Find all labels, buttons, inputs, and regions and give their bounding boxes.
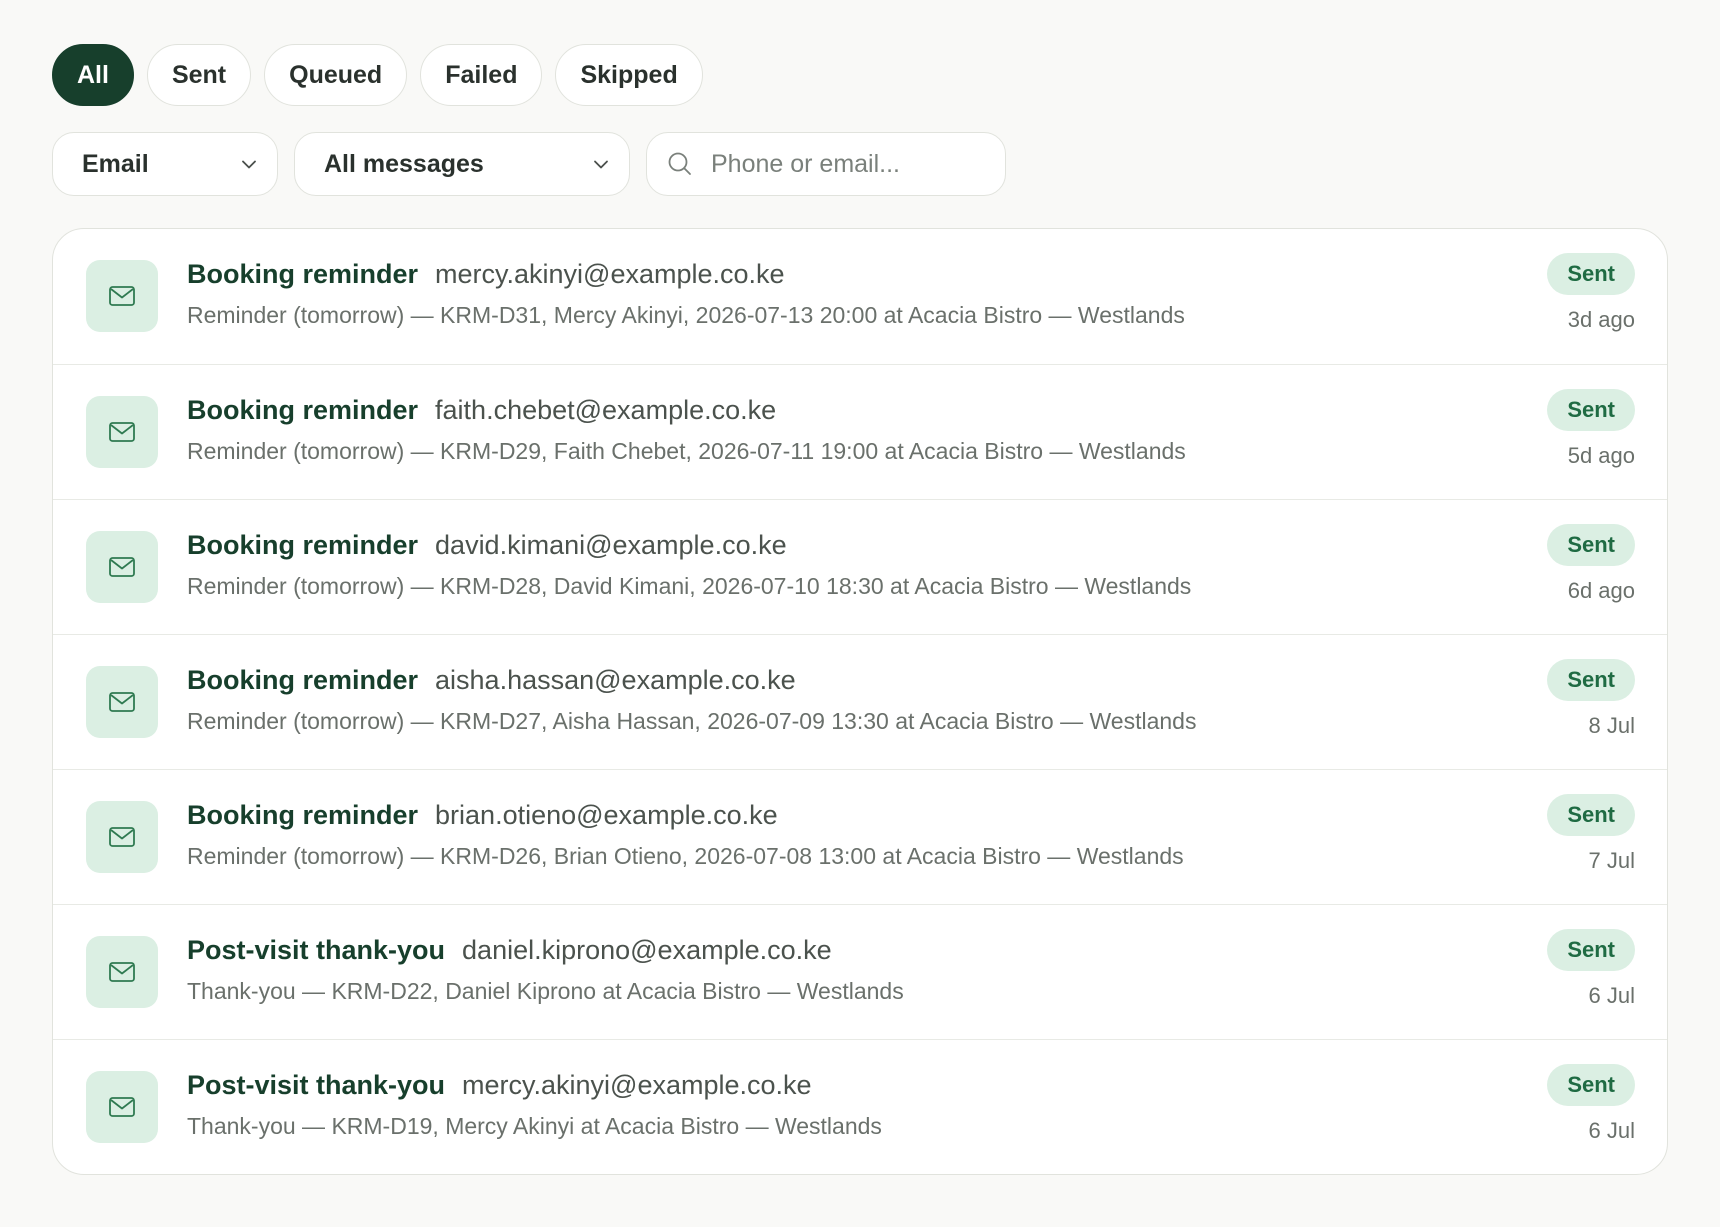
chevron-down-icon [242, 160, 256, 169]
search-input[interactable] [709, 148, 983, 180]
message-row[interactable]: Booking reminder aisha.hassan@example.co… [53, 634, 1667, 769]
message-row[interactable]: Post-visit thank-you mercy.akinyi@exampl… [53, 1039, 1667, 1174]
message-meta: Sent 5d ago [1547, 389, 1635, 469]
status-badge: Sent [1547, 794, 1635, 836]
message-title: Booking reminder [187, 530, 419, 560]
mail-icon-box [86, 1071, 158, 1143]
message-text: Post-visit thank-you daniel.kiprono@exam… [187, 935, 1287, 1005]
message-summary: Reminder (tomorrow) — KRM-D28, David Kim… [187, 573, 1192, 599]
message-title: Booking reminder [187, 665, 419, 695]
message-type-select[interactable]: All messages [294, 132, 630, 196]
chevron-down-icon [594, 160, 608, 169]
search-box[interactable] [646, 132, 1006, 196]
tab-queued[interactable]: Queued [264, 44, 408, 106]
message-time: 6d ago [1567, 578, 1635, 603]
message-meta: Sent 7 Jul [1547, 794, 1635, 874]
mail-icon [109, 827, 135, 847]
message-summary: Reminder (tomorrow) — KRM-D31, Mercy Aki… [187, 302, 1185, 328]
mail-icon [109, 962, 135, 982]
recipient-email: mercy.akinyi@example.co.ke [462, 1070, 812, 1100]
message-header: Post-visit thank-you mercy.akinyi@exampl… [187, 1070, 1287, 1101]
status-badge: Sent [1547, 929, 1635, 971]
tab-skipped[interactable]: Skipped [555, 44, 703, 106]
message-time: 3d ago [1567, 307, 1635, 332]
mail-icon-box [86, 260, 158, 332]
message-row[interactable]: Booking reminder brian.otieno@example.co… [53, 769, 1667, 904]
message-title: Booking reminder [187, 395, 419, 425]
recipient-email: faith.chebet@example.co.ke [435, 395, 777, 425]
message-time: 6 Jul [1588, 1118, 1635, 1143]
message-summary: Reminder (tomorrow) — KRM-D26, Brian Oti… [187, 843, 1184, 869]
tab-all[interactable]: All [52, 44, 134, 106]
filter-bar: Email All messages [52, 132, 1006, 196]
mail-icon [109, 1097, 135, 1117]
message-row[interactable]: Post-visit thank-you daniel.kiprono@exam… [53, 904, 1667, 1039]
mail-icon-box [86, 531, 158, 603]
search-icon [668, 152, 691, 175]
message-title: Post-visit thank-you [187, 1070, 446, 1100]
message-meta: Sent 6d ago [1547, 524, 1635, 604]
recipient-email: david.kimani@example.co.ke [435, 530, 787, 560]
channel-select-value: Email [82, 149, 149, 178]
message-row[interactable]: Booking reminder david.kimani@example.co… [53, 499, 1667, 634]
message-type-select-value: All messages [324, 149, 484, 178]
mail-icon-box [86, 936, 158, 1008]
message-title: Post-visit thank-you [187, 935, 446, 965]
message-meta: Sent 6 Jul [1547, 1064, 1635, 1144]
recipient-email: daniel.kiprono@example.co.ke [462, 935, 832, 965]
message-summary: Reminder (tomorrow) — KRM-D27, Aisha Has… [187, 708, 1197, 734]
status-badge: Sent [1547, 524, 1635, 566]
recipient-email: brian.otieno@example.co.ke [435, 800, 778, 830]
status-badge: Sent [1547, 253, 1635, 295]
message-header: Booking reminder david.kimani@example.co… [187, 530, 1287, 561]
tab-sent[interactable]: Sent [146, 44, 252, 106]
message-header: Post-visit thank-you daniel.kiprono@exam… [187, 935, 1287, 966]
mail-icon [109, 557, 135, 577]
message-summary: Thank-you — KRM-D19, Mercy Akinyi at Aca… [187, 1113, 882, 1139]
message-text: Booking reminder mercy.akinyi@example.co… [187, 259, 1287, 329]
message-header: Booking reminder aisha.hassan@example.co… [187, 665, 1287, 696]
message-summary: Reminder (tomorrow) — KRM-D29, Faith Che… [187, 438, 1186, 464]
mail-icon [109, 422, 135, 442]
message-time: 7 Jul [1588, 848, 1635, 873]
mail-icon-box [86, 666, 158, 738]
message-time: 8 Jul [1588, 713, 1635, 738]
channel-select[interactable]: Email [52, 132, 278, 196]
status-badge: Sent [1547, 389, 1635, 431]
message-meta: Sent 8 Jul [1547, 659, 1635, 739]
message-meta: Sent 6 Jul [1547, 929, 1635, 1009]
message-title: Booking reminder [187, 259, 419, 289]
message-text: Booking reminder brian.otieno@example.co… [187, 800, 1287, 870]
message-summary: Thank-you — KRM-D22, Daniel Kiprono at A… [187, 978, 904, 1004]
message-list: Booking reminder mercy.akinyi@example.co… [52, 228, 1668, 1175]
message-meta: Sent 3d ago [1547, 253, 1635, 333]
message-header: Booking reminder brian.otieno@example.co… [187, 800, 1287, 831]
message-header: Booking reminder mercy.akinyi@example.co… [187, 259, 1287, 290]
status-filter-tabs: All Sent Queued Failed Skipped [52, 44, 703, 106]
mail-icon-box [86, 396, 158, 468]
message-time: 5d ago [1567, 443, 1635, 468]
tab-failed[interactable]: Failed [420, 44, 543, 106]
message-text: Booking reminder aisha.hassan@example.co… [187, 665, 1287, 735]
message-text: Booking reminder faith.chebet@example.co… [187, 395, 1287, 465]
status-badge: Sent [1547, 659, 1635, 701]
message-row[interactable]: Booking reminder mercy.akinyi@example.co… [53, 229, 1667, 364]
message-title: Booking reminder [187, 800, 419, 830]
message-text: Booking reminder david.kimani@example.co… [187, 530, 1287, 600]
recipient-email: mercy.akinyi@example.co.ke [435, 259, 785, 289]
recipient-email: aisha.hassan@example.co.ke [435, 665, 796, 695]
mail-icon [109, 286, 135, 306]
status-badge: Sent [1547, 1064, 1635, 1106]
mail-icon [109, 692, 135, 712]
message-time: 6 Jul [1588, 983, 1635, 1008]
message-header: Booking reminder faith.chebet@example.co… [187, 395, 1287, 426]
mail-icon-box [86, 801, 158, 873]
message-row[interactable]: Booking reminder faith.chebet@example.co… [53, 364, 1667, 499]
message-text: Post-visit thank-you mercy.akinyi@exampl… [187, 1070, 1287, 1140]
